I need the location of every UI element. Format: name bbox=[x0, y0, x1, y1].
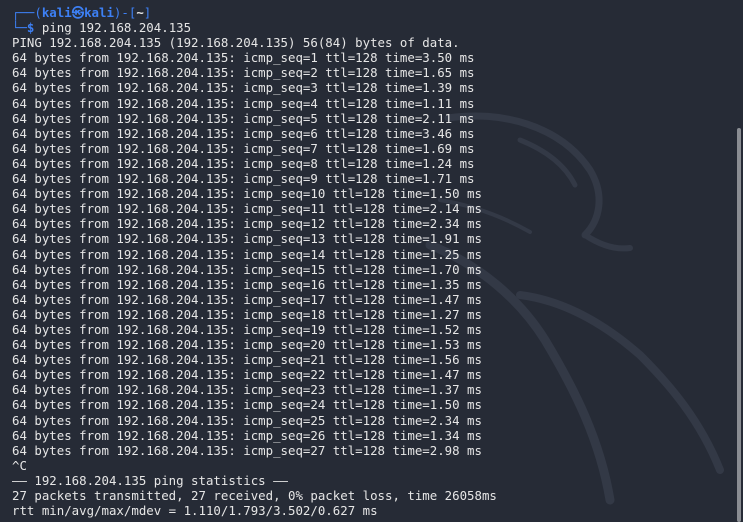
ping-header: PING 192.168.204.135 (192.168.204.135) 5… bbox=[12, 35, 460, 51]
reply-line: 64 bytes from 192.168.204.135: icmp_seq=… bbox=[12, 442, 482, 458]
terminal-window[interactable]: ┌──(kali㉿kali)-[~] └─$ ping 192.168.204.… bbox=[0, 0, 743, 522]
reply-line: 64 bytes from 192.168.204.135: icmp_seq=… bbox=[12, 95, 475, 111]
reply-line: 64 bytes from 192.168.204.135: icmp_seq=… bbox=[12, 261, 482, 277]
reply-line: 64 bytes from 192.168.204.135: icmp_seq=… bbox=[12, 65, 475, 81]
stats-packets: 27 packets transmitted, 27 received, 0% … bbox=[12, 488, 497, 503]
reply-line: 64 bytes from 192.168.204.135: icmp_seq=… bbox=[12, 382, 482, 398]
reply-line: 64 bytes from 192.168.204.135: icmp_seq=… bbox=[12, 291, 482, 307]
prompt-box-mid: )-[ bbox=[113, 5, 137, 20]
reply-line: 64 bytes from 192.168.204.135: icmp_seq=… bbox=[12, 276, 482, 292]
reply-line: 64 bytes from 192.168.204.135: icmp_seq=… bbox=[12, 155, 475, 171]
reply-line: 64 bytes from 192.168.204.135: icmp_seq=… bbox=[12, 171, 475, 187]
prompt-at-glyph: ㉿ bbox=[71, 5, 85, 20]
reply-line: 64 bytes from 192.168.204.135: icmp_seq=… bbox=[12, 201, 482, 217]
reply-list: 64 bytes from 192.168.204.135: icmp_seq=… bbox=[12, 50, 729, 458]
reply-line: 64 bytes from 192.168.204.135: icmp_seq=… bbox=[12, 321, 482, 337]
reply-line: 64 bytes from 192.168.204.135: icmp_seq=… bbox=[12, 337, 482, 353]
command-argument: 192.168.204.135 bbox=[79, 20, 192, 36]
stats-header: —— 192.168.204.135 ping statistics —— bbox=[12, 472, 289, 488]
reply-line: 64 bytes from 192.168.204.135: icmp_seq=… bbox=[12, 110, 475, 126]
prompt-host: kali bbox=[84, 5, 114, 20]
reply-line: 64 bytes from 192.168.204.135: icmp_seq=… bbox=[12, 412, 482, 428]
reply-line: 64 bytes from 192.168.204.135: icmp_seq=… bbox=[12, 80, 475, 96]
reply-line: 64 bytes from 192.168.204.135: icmp_seq=… bbox=[12, 397, 482, 413]
terminal-output: ┌──(kali㉿kali)-[~] └─$ ping 192.168.204.… bbox=[12, 5, 729, 518]
reply-line: 64 bytes from 192.168.204.135: icmp_seq=… bbox=[12, 125, 475, 141]
reply-line: 64 bytes from 192.168.204.135: icmp_seq=… bbox=[12, 186, 482, 202]
reply-line: 64 bytes from 192.168.204.135: icmp_seq=… bbox=[12, 140, 475, 156]
command-line: └─$ ping 192.168.204.135 bbox=[12, 20, 729, 35]
prompt-dollar: $ bbox=[26, 20, 35, 36]
prompt-box-top: ┌──( bbox=[12, 5, 42, 20]
prompt-line: ┌──(kali㉿kali)-[~] bbox=[12, 5, 729, 20]
interrupt-line: ^C bbox=[12, 457, 27, 473]
prompt-box-bottom: └─ bbox=[12, 20, 27, 36]
reply-line: 64 bytes from 192.168.204.135: icmp_seq=… bbox=[12, 306, 482, 322]
reply-line: 64 bytes from 192.168.204.135: icmp_seq=… bbox=[12, 352, 482, 368]
scrollbar[interactable] bbox=[737, 128, 741, 522]
command-name: ping bbox=[41, 20, 72, 36]
prompt-box-end: ] bbox=[143, 5, 152, 20]
reply-line: 64 bytes from 192.168.204.135: icmp_seq=… bbox=[12, 427, 482, 443]
reply-line: 64 bytes from 192.168.204.135: icmp_seq=… bbox=[12, 216, 482, 232]
reply-line: 64 bytes from 192.168.204.135: icmp_seq=… bbox=[12, 50, 475, 66]
reply-line: 64 bytes from 192.168.204.135: icmp_seq=… bbox=[12, 246, 482, 262]
stats-rtt: rtt min/avg/max/mdev = 1.110/1.793/3.502… bbox=[12, 503, 378, 519]
prompt-user: kali bbox=[41, 5, 72, 20]
reply-line: 64 bytes from 192.168.204.135: icmp_seq=… bbox=[12, 231, 482, 247]
reply-line: 64 bytes from 192.168.204.135: icmp_seq=… bbox=[12, 367, 482, 383]
prompt-path: ~ bbox=[136, 5, 144, 20]
